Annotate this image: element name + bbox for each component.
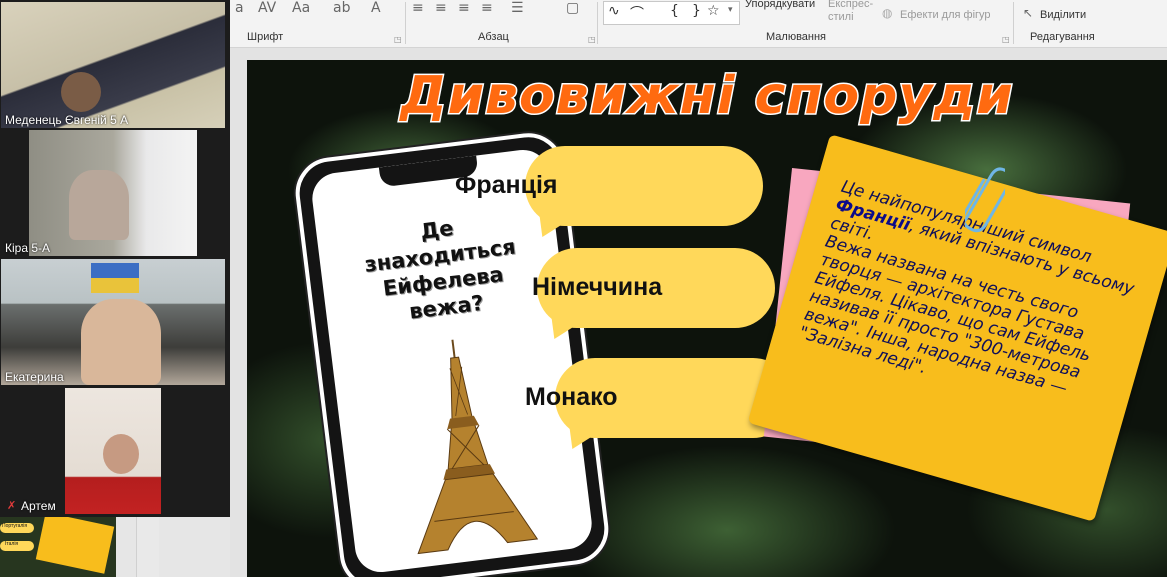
font-size-icon[interactable]: a [235,0,244,16]
highlight-icon[interactable]: ab [333,0,350,16]
answer-option-france[interactable]: Франція [455,146,763,226]
font-color-icon[interactable]: A [371,0,381,16]
paragraph-dialog-launcher-icon[interactable]: ◳ [588,35,596,44]
shape-effects-icon[interactable]: ◍ [882,6,892,20]
font-dialog-launcher-icon[interactable]: ◳ [394,35,402,44]
brace-left-icon[interactable]: { [670,3,679,19]
arrange-button[interactable]: Упорядкувати [745,0,815,10]
thumbnail-scrollbar[interactable] [136,517,159,577]
slide-title: Дивовижні споруди [399,65,1014,128]
participant-name: Кіра 5-А [5,241,51,255]
select-button[interactable]: Виділити [1040,9,1086,21]
group-editing-label: Редагування [1030,31,1095,43]
ribbon-separator [405,2,406,44]
align-center-icon[interactable]: ≡ [435,0,447,16]
thumbnail-bubble: Італія [0,541,34,551]
participant-tile[interactable]: Меденець Євгеній 5 А [1,2,225,128]
video-participants-panel: Меденець Євгеній 5 А Кіра 5-А Екатерина … [0,0,230,517]
thumbnail-option-label: Італія [5,541,19,547]
thumbnail-option-label: Португалія [2,523,28,529]
participant-video [69,170,129,240]
align-right-icon[interactable]: ≡ [458,0,470,16]
participant-tile[interactable]: Екатерина [1,259,225,385]
answer-option-label: Франція [455,171,558,199]
participant-video [91,263,139,293]
align-left-icon[interactable]: ≡ [412,0,424,16]
question-text: Де знаходиться Ейфелева вежа? [363,215,517,324]
group-font-label: Шрифт [247,31,284,43]
answer-option-germany[interactable]: Німеччина [532,248,775,328]
muted-mic-icon: ✗ [7,499,17,512]
participant-name: Екатерина [5,370,64,384]
smartart-icon[interactable]: ▢ [566,0,579,16]
paperclip-icon [965,167,1005,233]
participant-tile[interactable]: Кіра 5-А [1,130,225,256]
eiffel-tower-icon [417,339,539,555]
answer-option-label: Німеччина [532,273,663,301]
participant-name: Меденець Євгеній 5 А [5,113,129,127]
group-drawing-label: Малювання [766,31,827,43]
group-paragraph-label: Абзац [478,31,509,43]
select-cursor-icon[interactable]: ↖ [1023,6,1033,20]
quick-styles-button[interactable]: Експрес-стилі [828,0,878,24]
ribbon-separator [1013,2,1014,44]
slide-thumbnail[interactable]: Португалія Італія [0,517,116,577]
character-spacing-icon[interactable]: AV [258,0,276,16]
star-shape-icon[interactable]: ☆ [707,3,720,19]
drawing-dialog-launcher-icon[interactable]: ◳ [1002,35,1010,44]
participant-video [61,72,101,112]
gallery-more-icon[interactable]: ▾ [728,5,733,15]
thumbnail-note [35,517,115,574]
answer-option-label: Монако [525,383,618,411]
curve-shape-icon[interactable]: ∿ [608,3,620,19]
shape-effects-button[interactable]: Ефекти для фігур [900,9,991,21]
shapes-gallery[interactable]: ∿ ⌒ { } ☆ ▾ [603,1,740,25]
ribbon-separator [597,2,598,44]
change-case-icon[interactable]: Aa [292,0,310,16]
arc-shape-icon[interactable]: ⌒ [630,3,644,23]
justify-icon[interactable]: ≡ [481,0,493,16]
brace-right-icon[interactable]: } [692,3,701,19]
columns-icon[interactable]: ☰ [511,0,524,16]
thumbnail-bubble: Португалія [0,523,34,533]
participant-name: Артем [21,499,56,513]
participant-tile[interactable]: ✗ Артем [1,388,225,514]
participant-video [103,434,139,474]
participant-video [81,299,161,385]
slide-canvas[interactable]: Дивовижні споруди Де знаходиться Ейфелев… [247,60,1167,577]
